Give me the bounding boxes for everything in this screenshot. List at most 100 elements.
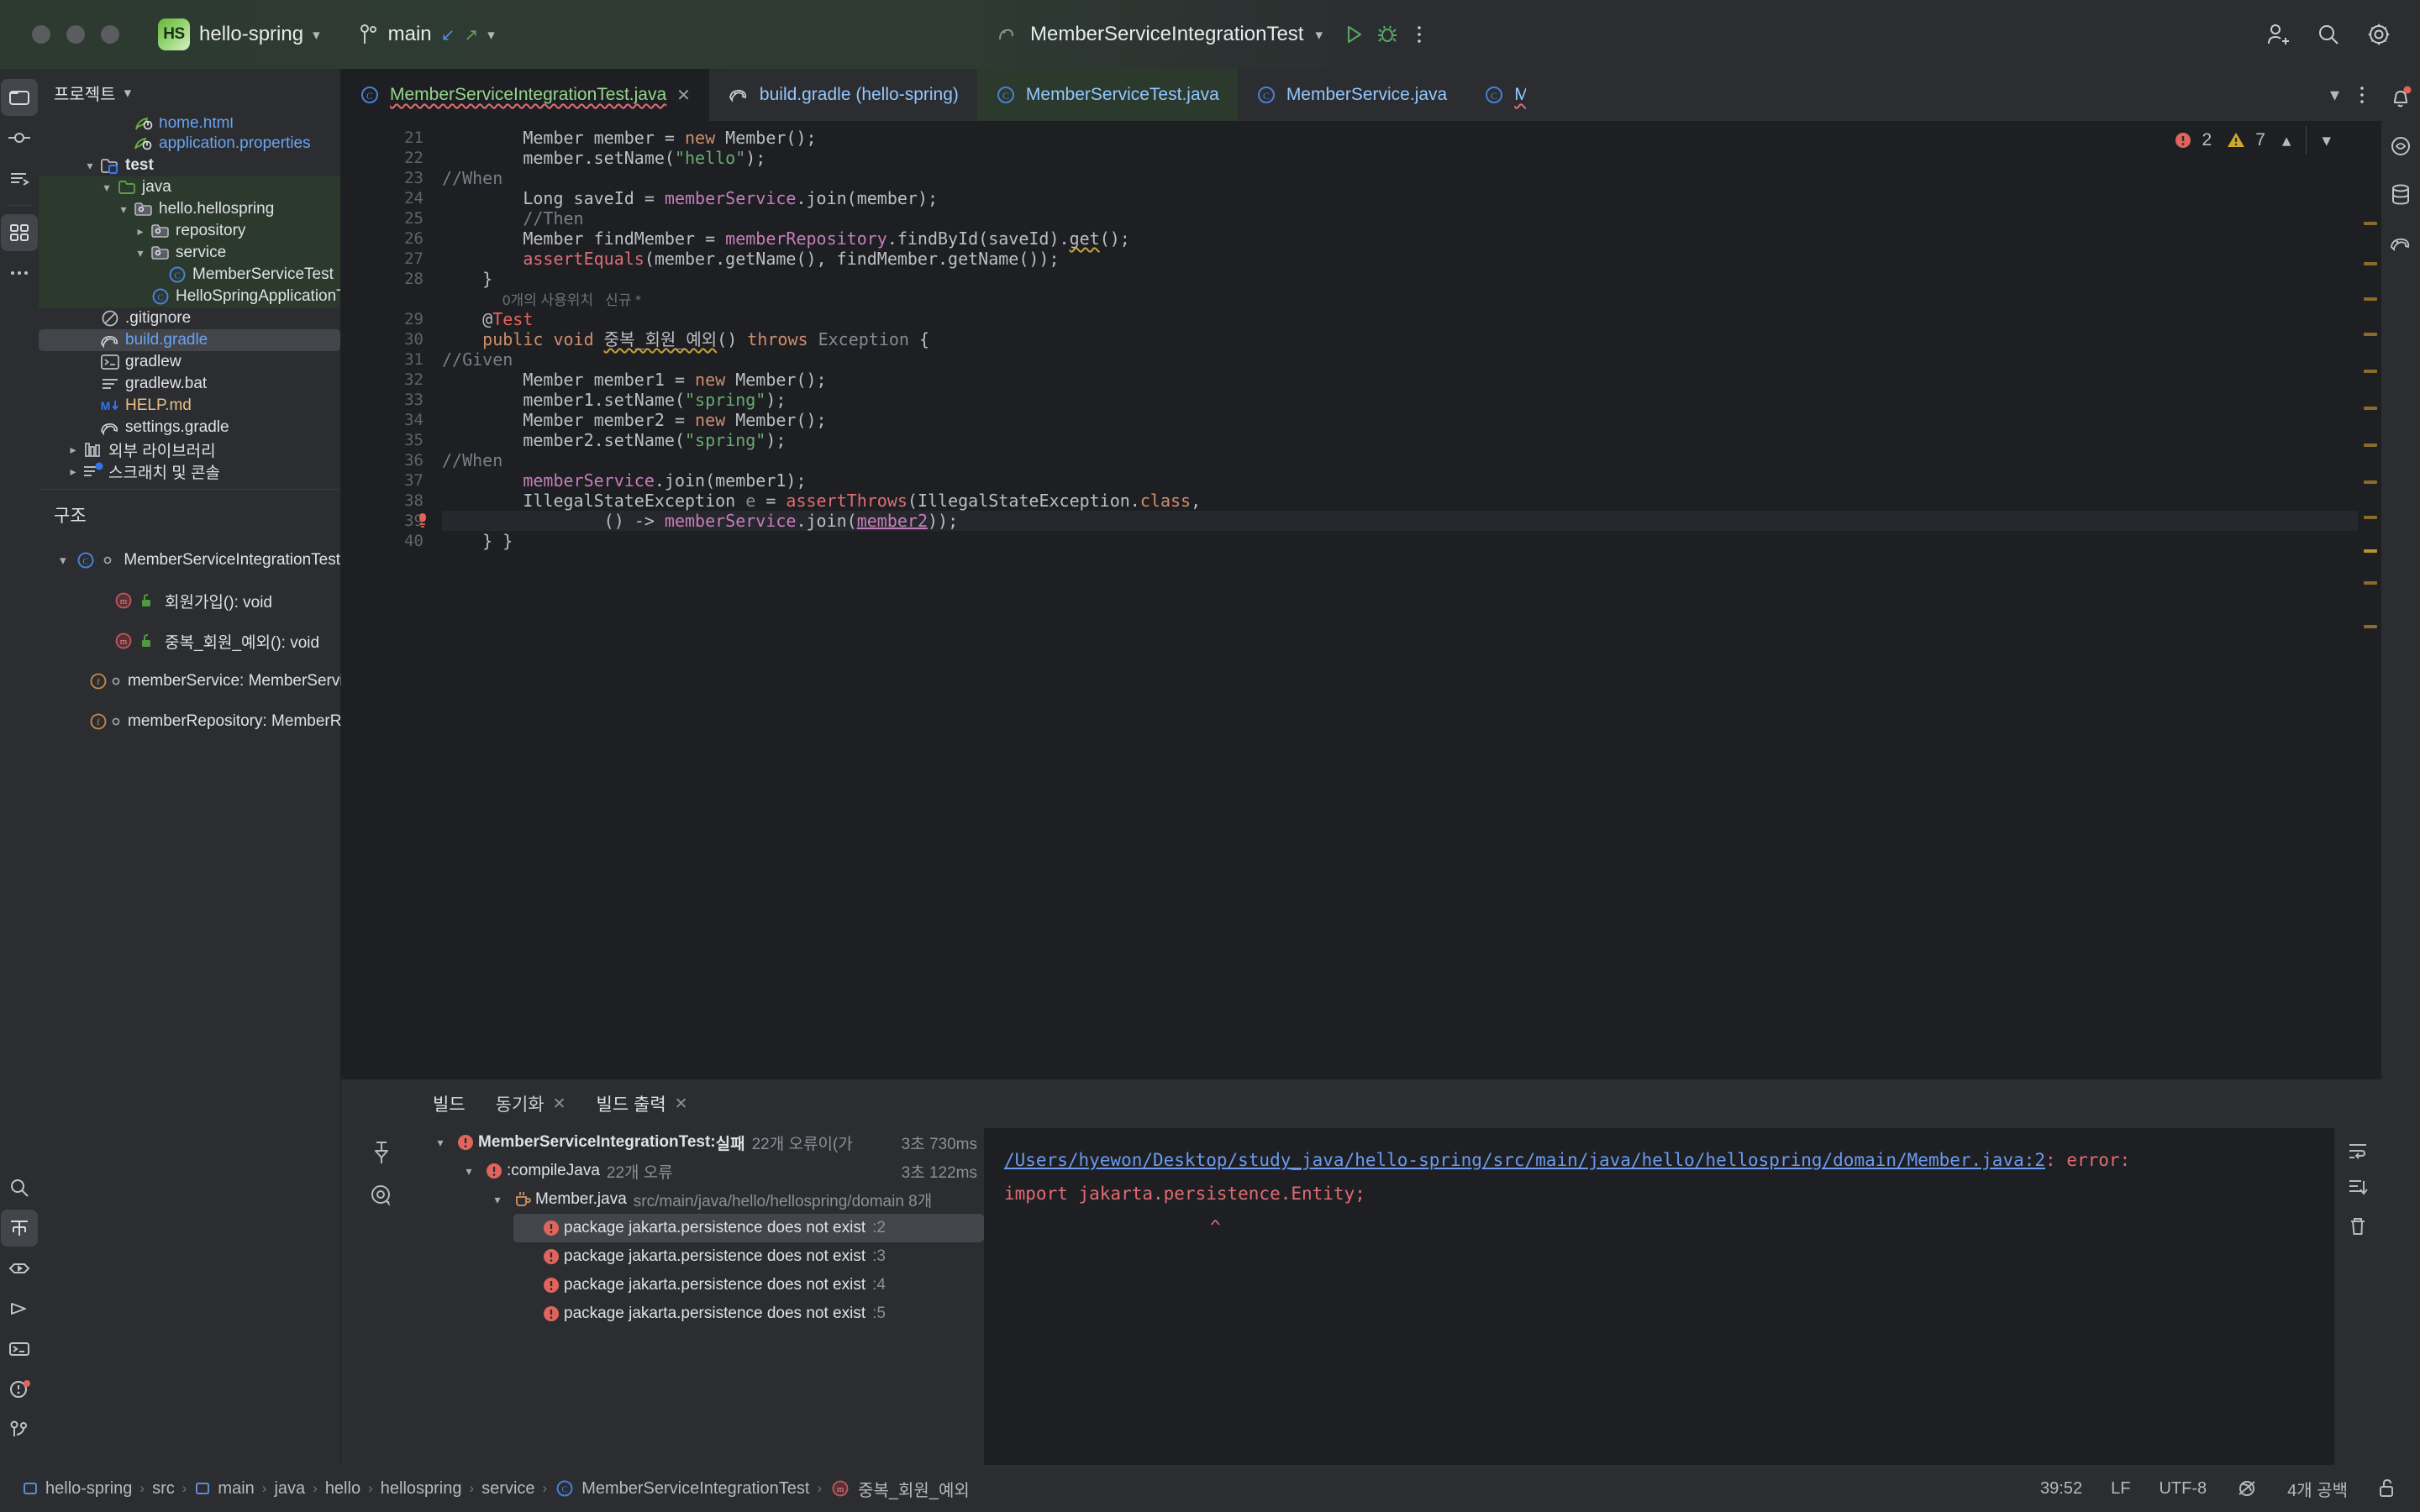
code-line[interactable]: member1.setName("spring"); xyxy=(442,390,2381,410)
breadcrumb-item[interactable]: C MemberServiceIntegrationTest xyxy=(555,1478,809,1499)
structure-item[interactable]: f memberRepository: MemberRepository xyxy=(39,701,407,742)
line-number-gutter[interactable]: 21 22 23 24 25 26 27 28 29 30 31 32 33 34 35 36 37 38 39 40 xyxy=(341,121,442,1079)
code-line[interactable]: @Test xyxy=(442,309,2381,329)
build-tree-row[interactable]: ▾ MemberServiceIntegrationTest: 실패 22개 오류이… xyxy=(428,1128,984,1157)
chevron-down-icon[interactable]: ▾ xyxy=(1315,28,1323,42)
project-panel-header[interactable]: 프로젝트 ▾ xyxy=(39,69,340,116)
indent-setting[interactable]: 4개 공백 xyxy=(2287,1477,2348,1501)
code-line[interactable]: IllegalStateException e = assertThrows(I… xyxy=(442,491,2381,511)
code-line[interactable]: 0개의 사용위치 신규 * xyxy=(442,289,2381,309)
tree-item[interactable]: gradlew.bat xyxy=(39,373,340,395)
chevron-down-icon[interactable]: ▾ xyxy=(428,1136,453,1150)
tree-item[interactable]: ▸ 스크래치 및 콘솔 xyxy=(39,460,340,482)
pin-icon[interactable] xyxy=(371,1140,392,1165)
sidebar-item-ai-assistant[interactable] xyxy=(2382,128,2419,165)
code-line[interactable]: //When xyxy=(442,168,2381,188)
chevron-down-icon[interactable]: ▾ xyxy=(114,202,133,217)
code-line[interactable]: Member member1 = new Member(); xyxy=(442,370,2381,390)
run-config-name[interactable]: MemberServiceIntegrationTest xyxy=(1030,23,1303,46)
search-icon[interactable] xyxy=(2316,22,2341,47)
code-content[interactable]: Member member = new Member(); member.set… xyxy=(442,121,2381,1079)
tree-item[interactable]: ▸ 외부 라이브러리 xyxy=(39,438,340,460)
code-line[interactable]: } xyxy=(442,269,2381,289)
code-editor[interactable]: 21 22 23 24 25 26 27 28 29 30 31 32 33 34 35 36 37 38 39 40… xyxy=(341,121,2381,1079)
structure-item[interactable]: f memberService: MemberService xyxy=(39,661,360,701)
code-line[interactable]: //Given xyxy=(442,349,2381,370)
more-options-icon[interactable] xyxy=(2358,84,2366,106)
file-encoding[interactable]: UTF-8 xyxy=(2159,1479,2207,1499)
build-tree-row[interactable]: ▾ Member.java src/main/java/hello/hellospr… xyxy=(485,1185,984,1214)
maximize-window-button[interactable] xyxy=(101,25,119,44)
close-window-button[interactable] xyxy=(32,25,50,44)
run-icon[interactable] xyxy=(1343,24,1365,45)
code-line[interactable]: //Then xyxy=(442,208,2381,228)
minimize-window-button[interactable] xyxy=(66,25,85,44)
build-tree-row[interactable]: package jakarta.persistence does not exi… xyxy=(513,1242,984,1271)
build-tree-row[interactable]: package jakarta.persistence does not exi… xyxy=(513,1271,984,1299)
no-read-only-icon[interactable] xyxy=(2235,1478,2259,1499)
code-line[interactable]: () -> memberService.join(member2)); xyxy=(442,511,2381,531)
chevron-up-icon[interactable]: ▴ xyxy=(2282,130,2291,151)
line-separator[interactable]: LF xyxy=(2111,1479,2130,1499)
code-line[interactable]: Member findMember = memberRepository.fin… xyxy=(442,228,2381,249)
breadcrumb-item[interactable]: service xyxy=(481,1479,534,1499)
chevron-down-icon[interactable]: ▾ xyxy=(124,86,132,100)
caret-position[interactable]: 39:52 xyxy=(2040,1479,2082,1499)
code-line[interactable]: member.setName("hello"); xyxy=(442,148,2381,168)
branch-selector[interactable]: main ↙ ↗ ▾ xyxy=(359,23,495,46)
usage-hint[interactable]: 0개의 사용위치 신규 * xyxy=(442,292,641,308)
tree-item[interactable]: ▾ java xyxy=(39,176,340,198)
tree-item[interactable]: M HELP.md xyxy=(39,395,340,417)
tab-build-gradle[interactable]: build.gradle (hello-spring) xyxy=(709,69,977,121)
error-gutter-icon[interactable] xyxy=(413,512,432,530)
project-selector[interactable]: HS hello-spring ▾ xyxy=(158,18,320,50)
code-line[interactable]: Member member2 = new Member(); xyxy=(442,410,2381,430)
tab-truncated[interactable]: C M xyxy=(1465,69,1526,121)
debug-icon[interactable] xyxy=(1376,24,1398,45)
sidebar-item-commit[interactable] xyxy=(1,119,38,156)
code-line[interactable]: member2.setName("spring"); xyxy=(442,430,2381,450)
tree-item[interactable]: ▸ repository xyxy=(39,220,340,242)
close-icon[interactable]: ✕ xyxy=(676,85,691,106)
code-line[interactable]: memberService.join(member1); xyxy=(442,470,2381,491)
tab-member-service[interactable]: C MemberService.java xyxy=(1238,69,1465,121)
code-line[interactable]: public void 중복_회원_예외() throws Exception … xyxy=(442,329,2381,349)
clear-all-icon[interactable] xyxy=(2347,1215,2369,1237)
tab-member-service-integration-test[interactable]: C MemberServiceIntegrationTest.java ✕ xyxy=(341,69,709,121)
chevron-right-icon[interactable]: ▸ xyxy=(131,224,150,239)
soft-wrap-icon[interactable] xyxy=(2347,1142,2369,1160)
code-line[interactable]: //When xyxy=(442,450,2381,470)
tree-item[interactable]: ▾ test xyxy=(39,155,340,176)
chevron-down-icon[interactable]: ▾ xyxy=(456,1164,481,1179)
structure-item[interactable]: m 회원가입(): void xyxy=(39,580,340,621)
chevron-down-icon[interactable]: ▾ xyxy=(2322,130,2331,151)
code-line[interactable]: Member member = new Member(); xyxy=(442,128,2381,148)
add-user-icon[interactable] xyxy=(2264,21,2291,48)
sidebar-item-terminal[interactable] xyxy=(1,1331,38,1368)
sidebar-item-more-tools[interactable] xyxy=(1,255,38,291)
code-line[interactable]: assertEquals(member.getName(), findMembe… xyxy=(442,249,2381,269)
breadcrumb-item[interactable]: hello-spring xyxy=(22,1479,132,1499)
chevron-down-icon[interactable]: ▾ xyxy=(2330,86,2339,104)
chevron-down-icon[interactable]: ▾ xyxy=(81,159,99,173)
tree-item[interactable]: home.html xyxy=(39,118,340,133)
sidebar-item-structure[interactable] xyxy=(1,1210,38,1247)
tree-item[interactable]: C MemberServiceTest xyxy=(39,264,340,286)
tree-item[interactable]: ▾ hello.hellospring xyxy=(39,198,340,220)
tab-sync[interactable]: 동기화 ✕ xyxy=(484,1085,578,1122)
chevron-down-icon[interactable]: ▾ xyxy=(131,246,150,260)
sidebar-item-pull-requests[interactable] xyxy=(1,160,38,197)
structure-item[interactable]: ▾ C MemberServiceIntegrationTest xyxy=(39,540,340,580)
build-tree-row[interactable]: package jakarta.persistence does not exi… xyxy=(513,1214,984,1242)
sidebar-item-database[interactable] xyxy=(2382,176,2419,213)
breadcrumb-item[interactable]: m 중복_회원_예외 xyxy=(829,1477,970,1501)
sidebar-item-run[interactable] xyxy=(1,1250,38,1287)
sidebar-item-notifications[interactable] xyxy=(2382,79,2419,116)
breadcrumb-item[interactable]: hello xyxy=(325,1479,360,1499)
chevron-right-icon[interactable]: ▸ xyxy=(64,443,82,457)
sidebar-item-version-control[interactable] xyxy=(1,1411,38,1448)
build-tree-row[interactable]: package jakarta.persistence does not exi… xyxy=(513,1299,984,1328)
breadcrumb[interactable]: hello-spring › src › main › java › hello › hellosp… xyxy=(22,1477,970,1501)
build-error-tree[interactable]: ▾ MemberServiceIntegrationTest: 실패 22개 오류이… xyxy=(421,1128,984,1465)
chevron-down-icon[interactable]: ▾ xyxy=(97,181,116,195)
